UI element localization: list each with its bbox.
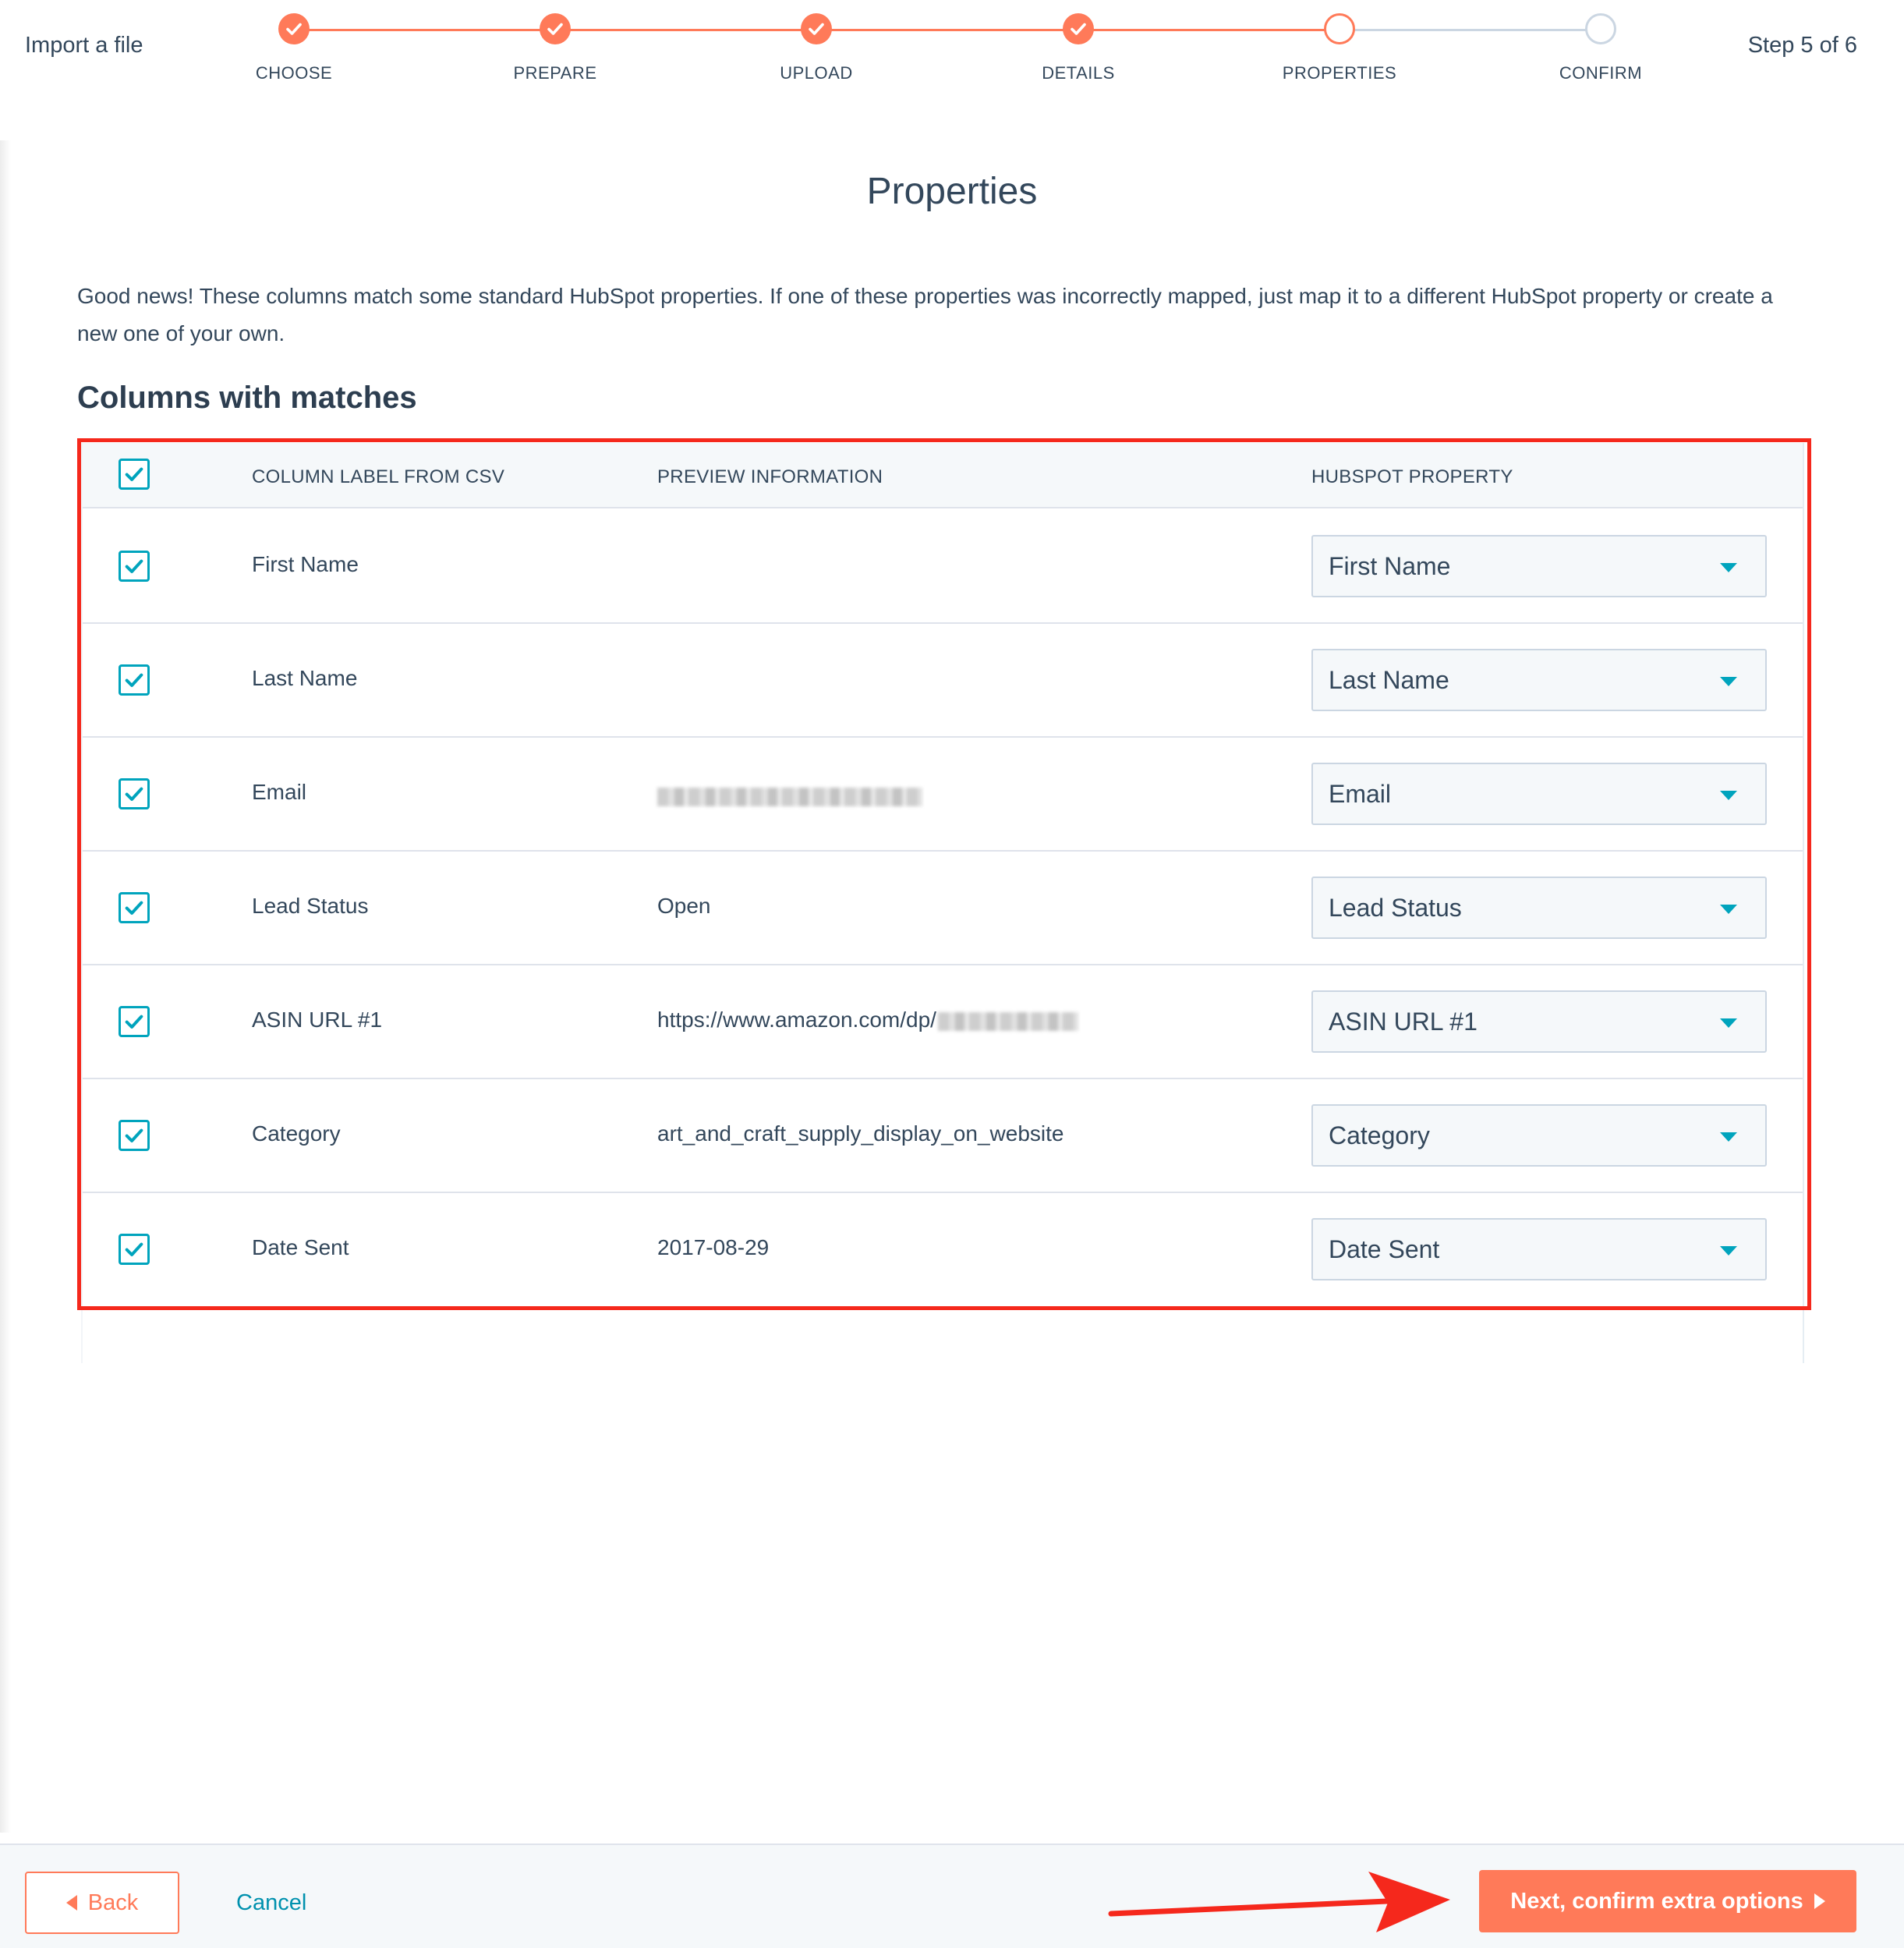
step-label: CONFIRM [1559,63,1643,83]
caret-down-icon [1720,563,1737,572]
next-button[interactable]: Next, confirm extra options [1479,1870,1856,1932]
step-confirm: CONFIRM [1523,13,1679,83]
caret-down-icon [1720,905,1737,914]
step-upload: UPLOAD [738,13,894,83]
column-header-label: COLUMN LABEL FROM CSV [252,466,505,487]
table-row: First Name First Name [83,510,1803,624]
column-label: Lead Status [252,894,369,918]
annotation-arrow-icon [1108,1872,1450,1932]
hubspot-property-select[interactable]: First Name [1311,535,1767,597]
step-label: CHOOSE [255,63,333,83]
preview-value: https://www.amazon.com/dp/ [657,1008,1078,1032]
checkbox-checked-icon [125,1242,143,1256]
redacted-text [657,787,922,806]
hubspot-property-select[interactable]: Date Sent [1311,1218,1767,1280]
next-button-label: Next, confirm extra options [1510,1888,1803,1914]
preview-url-text: https://www.amazon.com/dp/ [657,1008,936,1032]
step-label: DETAILS [1042,63,1115,83]
column-label: Category [252,1121,341,1146]
progress-stepper: CHOOSE PREPARE UPLOAD DETAILS PROPERTIES… [0,0,1904,101]
pending-step-circle-icon [1585,13,1616,44]
checkbox-checked-icon [125,1015,143,1029]
hubspot-property-select[interactable]: Lead Status [1311,877,1767,939]
column-label: First Name [252,552,359,576]
check-icon [540,13,571,44]
table-row: Last Name Last Name [83,624,1803,738]
checkbox-checked-icon [125,673,143,687]
cancel-link[interactable]: Cancel [236,1890,306,1916]
column-label: Date Sent [252,1235,349,1259]
row-checkbox[interactable] [119,1234,150,1265]
back-button-label: Back [87,1890,139,1915]
table-row: ASIN URL #1 https://www.amazon.com/dp/ A… [83,965,1803,1079]
select-value: Lead Status [1329,894,1462,922]
triangle-right-icon [1814,1893,1825,1909]
columns-table: COLUMN LABEL FROM CSV PREVIEW INFORMATIO… [81,443,1804,1363]
step-label: PROPERTIES [1282,63,1397,83]
column-header-property: HUBSPOT PROPERTY [1311,466,1513,487]
checkbox-checked-icon [125,901,143,915]
check-icon [278,13,310,44]
table-row: Category art_and_craft_supply_display_on… [83,1079,1803,1193]
section-title: Columns with matches [77,381,417,415]
table-header: COLUMN LABEL FROM CSV PREVIEW INFORMATIO… [83,443,1803,508]
step-details: DETAILS [1000,13,1156,83]
row-checkbox[interactable] [119,778,150,809]
caret-down-icon [1720,677,1737,686]
row-checkbox[interactable] [119,551,150,582]
page-title: Properties [866,171,1038,212]
hubspot-property-select[interactable]: Email [1311,763,1767,825]
checkbox-checked-icon [125,467,143,481]
triangle-left-icon [65,1895,77,1911]
checkbox-checked-icon [125,559,143,573]
step-label: UPLOAD [780,63,853,83]
select-value: Category [1329,1121,1430,1149]
check-icon [1063,13,1094,44]
caret-down-icon [1720,1246,1737,1256]
caret-down-icon [1720,1018,1737,1028]
column-label: ASIN URL #1 [252,1008,383,1032]
redacted-text [937,1011,1078,1031]
step-label: PREPARE [513,63,597,83]
step-properties: PROPERTIES [1262,13,1417,83]
table-row: Date Sent 2017-08-29 Date Sent [83,1193,1803,1307]
caret-down-icon [1720,791,1737,800]
checkbox-checked-icon [125,787,143,801]
checkbox-checked-icon [125,1128,143,1142]
column-label: Email [252,780,307,804]
column-header-preview: PREVIEW INFORMATION [657,466,883,487]
table-row: Lead Status Open Lead Status [83,852,1803,965]
intro-text: Good news! These columns match some stan… [77,284,1773,345]
hubspot-property-select[interactable]: Category [1311,1104,1767,1167]
select-value: Date Sent [1329,1235,1440,1263]
left-edge-shadow [0,140,11,1833]
back-button[interactable]: Back [25,1872,179,1934]
table-row: Email Email [83,738,1803,852]
select-value: First Name [1329,552,1451,580]
step-count: Step 5 of 6 [1747,33,1857,58]
hubspot-property-select[interactable]: ASIN URL #1 [1311,990,1767,1053]
row-checkbox[interactable] [119,1120,150,1151]
preview-value: art_and_craft_supply_display_on_website [657,1121,1064,1146]
preview-value: 2017-08-29 [657,1235,770,1259]
row-checkbox[interactable] [119,664,150,696]
row-checkbox[interactable] [119,1006,150,1037]
import-title: Import a file [25,33,143,58]
select-value: Last Name [1329,666,1449,694]
step-prepare: PREPARE [477,13,633,83]
check-icon [801,13,832,44]
active-step-circle-icon [1324,13,1355,44]
select-value: Email [1329,780,1392,808]
footer-bar: Back Cancel Next, confirm extra options [0,1844,1904,1948]
hubspot-property-select[interactable]: Last Name [1311,649,1767,711]
caret-down-icon [1720,1132,1737,1142]
select-value: ASIN URL #1 [1329,1008,1478,1036]
step-choose: CHOOSE [216,13,372,83]
preview-value [657,783,922,808]
preview-value: Open [657,894,711,918]
select-all-checkbox[interactable] [119,459,150,490]
row-checkbox[interactable] [119,892,150,923]
column-label: Last Name [252,666,358,690]
